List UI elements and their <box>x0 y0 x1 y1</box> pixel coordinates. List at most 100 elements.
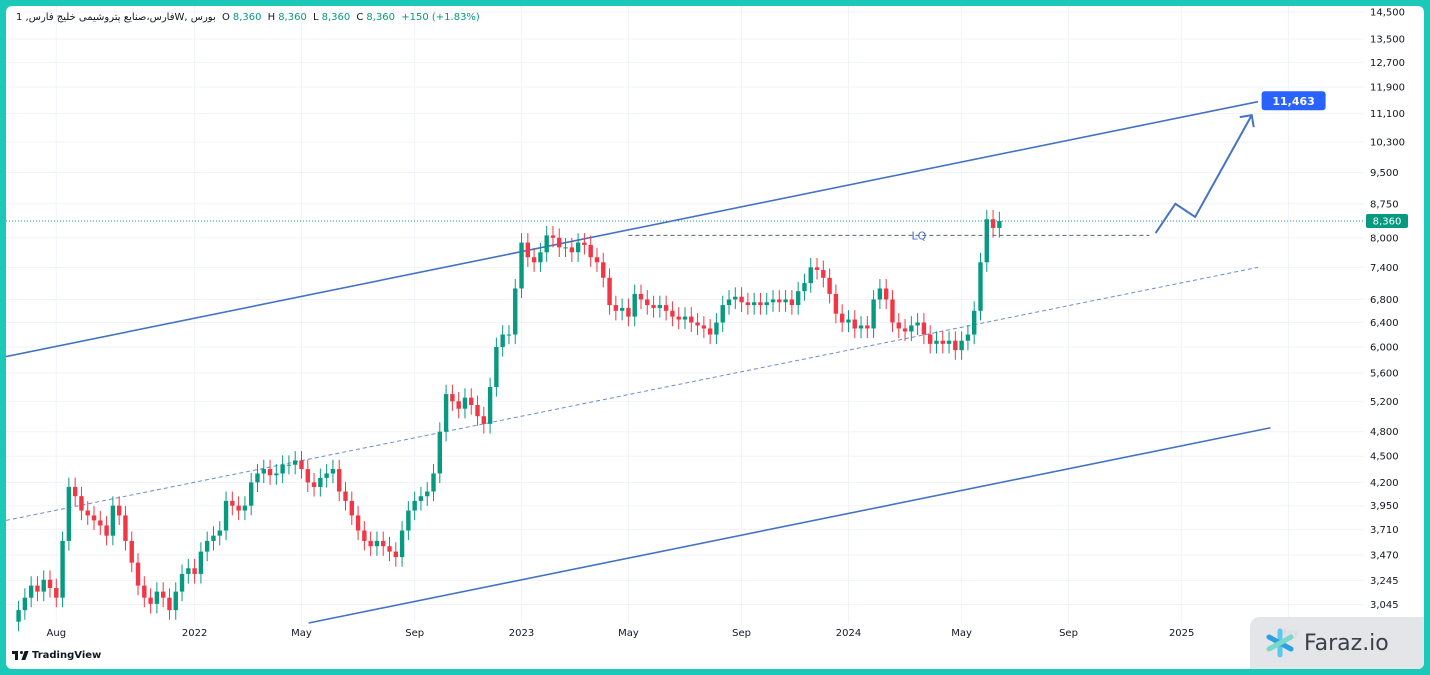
candle <box>890 290 895 333</box>
candle-body <box>355 515 361 531</box>
candle <box>387 536 392 562</box>
candle-body <box>393 551 398 558</box>
candle-body <box>921 322 927 335</box>
price-chart[interactable]: 8,360 11,463 LQ 3,045 3,245 3,470 3,710 3,95… <box>6 6 1424 669</box>
candle-body <box>972 310 977 335</box>
y-tick-label: 11,900 <box>1370 83 1405 94</box>
candle-body <box>469 397 474 405</box>
candle-body <box>519 242 524 289</box>
candle <box>98 511 103 536</box>
candle-body <box>695 322 700 326</box>
candle-body <box>927 334 933 344</box>
close-value: 8,360 <box>366 12 396 23</box>
candle-body <box>877 288 883 300</box>
candle <box>475 395 480 426</box>
candle-body <box>148 597 153 604</box>
candle <box>619 298 625 321</box>
y-tick-label: 8,000 <box>1370 233 1399 244</box>
candle-body <box>47 579 53 589</box>
candle-body <box>261 469 266 474</box>
candle-body <box>286 464 292 466</box>
candle <box>506 325 512 345</box>
candle <box>381 531 386 556</box>
y-tick-label: 4,800 <box>1370 427 1399 438</box>
candle-body <box>946 340 952 344</box>
candle-body <box>846 319 851 323</box>
candle <box>814 257 820 280</box>
candle <box>959 331 964 360</box>
channel-lower-line <box>308 426 1271 624</box>
x-tick-label: Aug <box>47 628 67 639</box>
candle <box>607 268 612 315</box>
candle-body <box>330 469 336 474</box>
faraz-label: Faraz.io <box>1304 630 1389 656</box>
candle-body <box>223 500 229 531</box>
candle <box>324 464 329 488</box>
candle-body <box>940 340 945 344</box>
candle-body <box>343 491 348 501</box>
candle-body <box>626 307 631 317</box>
candle-body <box>651 305 656 308</box>
candle-body <box>613 305 619 311</box>
candle <box>689 307 694 333</box>
candle-body <box>959 340 964 351</box>
candle <box>883 279 889 310</box>
price-badge-text: 8,360 <box>1373 217 1402 228</box>
candle-body <box>582 242 587 245</box>
candle <box>47 570 53 598</box>
candle-body <box>16 610 21 622</box>
candle <box>984 209 989 272</box>
candle <box>513 279 518 345</box>
candle-body <box>601 262 606 278</box>
candle <box>242 496 248 521</box>
candle <box>594 247 600 272</box>
candle-body <box>230 500 235 506</box>
candle <box>204 531 210 562</box>
candle-body <box>865 325 870 329</box>
candle-body <box>833 293 839 314</box>
y-tick-label: 6,000 <box>1370 342 1399 353</box>
candle-body <box>531 257 537 263</box>
candle-body <box>638 293 644 300</box>
candle-body <box>160 591 166 598</box>
candle-body <box>670 310 675 317</box>
candle-body <box>575 242 581 253</box>
candle-body <box>154 591 160 604</box>
candle-body <box>720 305 725 323</box>
price-axis: 3,045 3,245 3,470 3,710 3,950 4,200 4,500 4,800… <box>1370 8 1405 611</box>
candle <box>72 477 78 506</box>
candle <box>123 506 128 551</box>
candle <box>418 486 424 511</box>
candle <box>764 292 769 315</box>
candle <box>802 273 807 301</box>
y-tick-label: 9,500 <box>1370 168 1399 179</box>
candle-body <box>707 328 713 335</box>
tradingview-logo[interactable]: TradingView <box>12 650 101 661</box>
candle <box>751 292 757 315</box>
candle <box>921 313 927 345</box>
candle-body <box>412 500 417 511</box>
candle-body <box>758 302 763 306</box>
candle-body <box>456 401 461 409</box>
candle <box>531 247 537 272</box>
close-label: C <box>356 12 364 23</box>
candle <box>223 491 229 541</box>
y-tick-label: 6,400 <box>1370 318 1399 329</box>
candle-body <box>487 386 493 424</box>
tradingview-icon <box>12 651 29 660</box>
candle <box>940 331 945 354</box>
candle-body <box>475 404 480 417</box>
candle <box>217 521 222 546</box>
candle-body <box>54 588 59 598</box>
candle-body <box>663 305 669 311</box>
candle-body <box>500 334 505 347</box>
candle-body <box>902 328 908 332</box>
symbol-title: فارس،صنایع پتروشیمی خلیج فارس, 1W, بورس <box>16 12 216 23</box>
open-label: O <box>221 12 230 23</box>
candle <box>582 233 587 255</box>
candle <box>330 459 336 484</box>
candle-body <box>91 515 97 521</box>
candle <box>871 290 876 339</box>
candle <box>726 290 732 315</box>
candle <box>588 235 593 267</box>
